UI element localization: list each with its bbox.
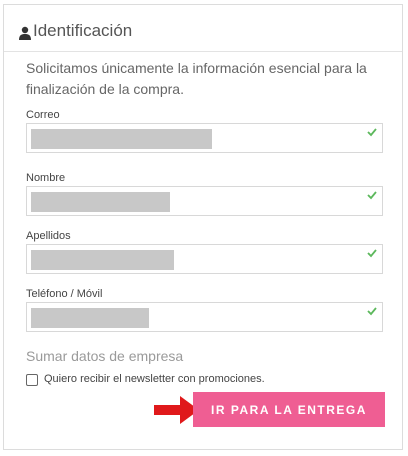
check-icon	[367, 249, 377, 258]
panel-title: Identificación	[33, 21, 133, 40]
check-icon	[367, 191, 377, 200]
check-icon	[367, 307, 377, 316]
name-field[interactable]	[26, 186, 383, 216]
surname-label: Apellidos	[26, 230, 71, 242]
name-label: Nombre	[26, 172, 66, 184]
intro-text: Solicitamos únicamente la información es…	[26, 60, 367, 97]
redacted-value	[31, 129, 212, 149]
newsletter-checkbox[interactable]	[26, 374, 38, 386]
newsletter-label: Quiero recibir el newsletter con promoci…	[44, 373, 265, 385]
go-to-delivery-button[interactable]: IR PARA LA ENTREGA	[193, 392, 385, 427]
redacted-value	[31, 308, 149, 328]
email-field[interactable]	[26, 123, 383, 153]
check-icon	[367, 128, 377, 137]
user-icon	[19, 26, 31, 40]
add-company-data-link[interactable]: Sumar datos de empresa	[26, 348, 183, 364]
redacted-value	[31, 250, 174, 270]
phone-label: Teléfono / Móvil	[26, 288, 103, 300]
panel-header: Identificación	[4, 5, 402, 52]
email-label: Correo	[26, 109, 60, 121]
redacted-value	[31, 192, 170, 212]
identification-panel: Identificación Solicitamos únicamente la…	[3, 4, 403, 450]
phone-field[interactable]	[26, 302, 383, 332]
surname-field[interactable]	[26, 244, 383, 274]
